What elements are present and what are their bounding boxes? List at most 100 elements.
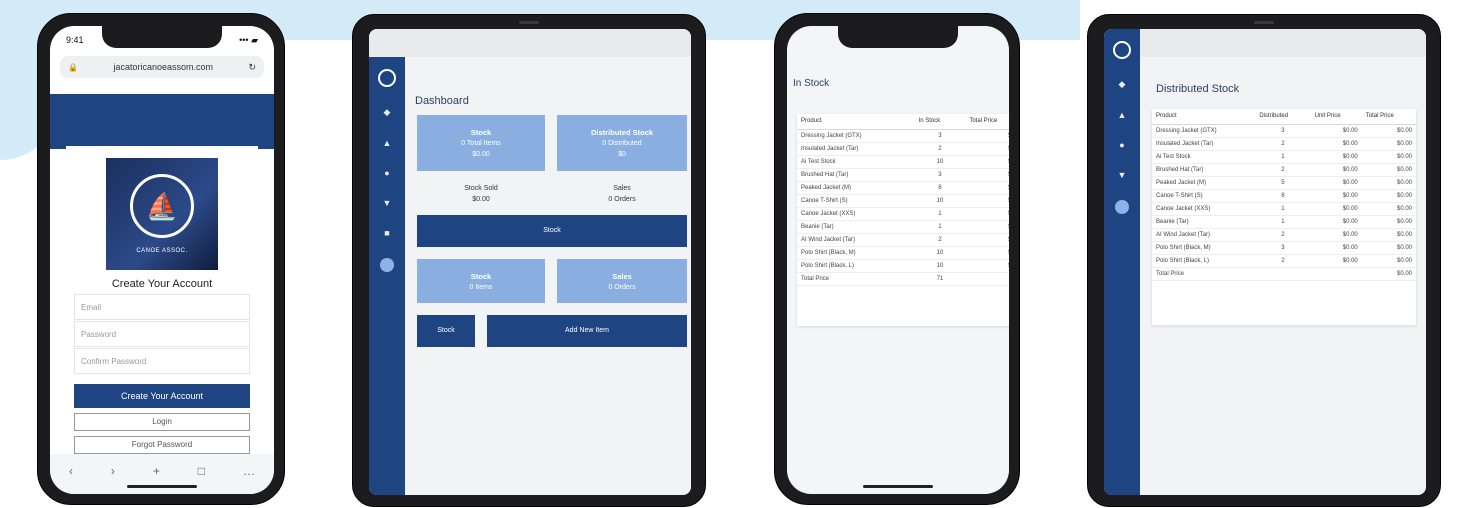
table-cell: 71 <box>914 272 966 286</box>
sidebar-item-distributed[interactable]: ▼ <box>1118 170 1127 180</box>
avatar[interactable] <box>380 258 394 272</box>
tile-title: Stock <box>470 128 492 137</box>
table-cell: Insulated Jacket (Tar) <box>1152 137 1256 151</box>
reload-icon[interactable]: ↻ <box>248 62 256 73</box>
sidebar-logo-icon[interactable] <box>378 69 396 87</box>
table-cell: $0.00 <box>1361 215 1416 229</box>
home-indicator <box>127 485 197 488</box>
table-row[interactable]: Peaked Jacket (M)8$0.00 <box>797 181 1009 195</box>
password-field[interactable]: Password <box>74 321 250 347</box>
table-row[interactable]: Canoe Jacket (XXS) 1 $0.00 $0.00 <box>1152 202 1416 216</box>
table-cell: 1 <box>1255 202 1311 216</box>
stock-tile[interactable]: Stock 0 Total Items $0.00 <box>417 115 545 171</box>
confirm-password-field[interactable]: Confirm Password <box>74 348 250 374</box>
sidebar-item-reports[interactable]: ■ <box>384 228 389 238</box>
column-header[interactable]: In Stock <box>914 114 966 130</box>
table-header-row: Product In Stock Total Price <box>797 114 1009 130</box>
table-cell: Insulated Jacket (Tar) <box>797 142 915 156</box>
column-header[interactable]: Product <box>1152 109 1256 125</box>
column-header[interactable]: Unit Price <box>1310 109 1362 125</box>
table-row[interactable]: Ai Test Stock10$0.00 <box>797 155 1009 169</box>
column-header[interactable]: Distributed <box>1255 109 1311 125</box>
tile-line: 0 Total Items <box>461 140 501 147</box>
table-row[interactable]: Dressing Jacket (GTX) 3 $0.00 $0.00 <box>1152 124 1416 138</box>
add-new-item-button[interactable]: Add New Item <box>487 315 687 347</box>
distributed-table-card: Product Distributed Unit Price Total Pri… <box>1152 109 1416 325</box>
table-row[interactable]: Polo Shirt (Black, M) 3 $0.00 $0.00 <box>1152 241 1416 255</box>
email-field[interactable]: Email <box>74 294 250 320</box>
small-stock-button[interactable]: Stock <box>417 315 475 347</box>
new-tab-icon[interactable]: + <box>153 464 160 478</box>
table-cell: Peaked Jacket (M) <box>797 181 915 195</box>
logo-text: CANOE ASSOC. <box>136 248 188 254</box>
table-row[interactable]: Insulated Jacket (Tar)2$0.00 <box>797 142 1009 156</box>
table-cell: $0.00 <box>1361 189 1416 203</box>
sidebar-item-dashboard[interactable]: ◆ <box>384 107 391 118</box>
stat-stock-sold: Stock Sold $0.00 <box>417 183 545 205</box>
sidebar-logo-icon[interactable] <box>1113 41 1131 59</box>
table-row[interactable]: Ai Test Stock 1 $0.00 $0.00 <box>1152 150 1416 164</box>
login-button[interactable]: Login <box>74 413 250 431</box>
table-cell: $0.00 <box>1361 254 1416 268</box>
tile-title: Stock <box>470 272 492 281</box>
table-cell <box>965 272 1009 286</box>
table-cell: $0.00 <box>1310 124 1362 138</box>
browser-url-bar[interactable]: 🔒 jacatoricanoeassom.com ↻ <box>60 56 264 78</box>
forgot-password-button[interactable]: Forgot Password <box>74 436 250 454</box>
phone-register-mockup: 9:41 ••• ▰ 🔒 jacatoricanoeassom.com ↻ ⛵ … <box>37 13 285 505</box>
table-row[interactable]: AI Wind Jacket (Tar)2$0.00 <box>797 233 1009 247</box>
tablet-distributed-mockup: ◆ ▲ ● ▼ Distributed Stock Product Distri… <box>1087 14 1441 507</box>
home-indicator <box>863 485 933 488</box>
table-row[interactable]: Beanie (Tar)1$0.00 <box>797 220 1009 234</box>
avatar[interactable] <box>1115 200 1129 214</box>
table-row[interactable]: Dressing Jacket (GTX)3$0.00 <box>797 129 1009 143</box>
table-row[interactable]: Total Price 71 <box>797 272 1009 286</box>
column-header[interactable]: Product <box>797 114 915 130</box>
table-row[interactable]: AI Wind Jacket (Tar) 2 $0.00 $0.00 <box>1152 228 1416 242</box>
sidebar-item-stock[interactable]: ▲ <box>1118 110 1127 120</box>
tabs-icon[interactable]: □ <box>198 464 205 478</box>
distributed-stock-tile[interactable]: Distributed Stock 0 Distributed $0 <box>557 115 687 171</box>
phone-notch <box>838 26 958 48</box>
stock-button[interactable]: Stock <box>417 215 687 247</box>
tablet-dashboard-mockup: ◆ ▲ ● ▼ ■ Dashboard Stock 0 Total Items … <box>352 14 706 507</box>
table-cell: 3 <box>1255 124 1311 138</box>
table-row[interactable]: Insulated Jacket (Tar) 2 $0.00 $0.00 <box>1152 137 1416 151</box>
sidebar-item-stock[interactable]: ▲ <box>383 138 392 148</box>
table-row[interactable]: Brushed Hat (Tar) 2 $0.00 $0.00 <box>1152 163 1416 177</box>
table-row[interactable]: Canoe T-Shirt (S)10$0.00 <box>797 194 1009 208</box>
stock-summary-tile[interactable]: Stock 0 Items <box>417 259 545 303</box>
sidebar-item-distributed[interactable]: ▼ <box>383 198 392 208</box>
tablet-distributed-screen: ◆ ▲ ● ▼ Distributed Stock Product Distri… <box>1104 29 1426 495</box>
table-row[interactable]: Polo Shirt (Black, L)10$0.00 <box>797 259 1009 273</box>
tile-title: Sales <box>612 272 632 281</box>
sales-summary-tile[interactable]: Sales 0 Orders <box>557 259 687 303</box>
table-row[interactable]: Canoe T-Shirt (S) 8 $0.00 $0.00 <box>1152 189 1416 203</box>
sidebar-item-sales[interactable]: ● <box>1119 140 1124 150</box>
table-row[interactable]: Peaked Jacket (M) 5 $0.00 $0.00 <box>1152 176 1416 190</box>
more-icon[interactable]: … <box>243 464 255 478</box>
table-row[interactable]: Polo Shirt (Black, M)10$0.00 <box>797 246 1009 260</box>
sidebar-item-dashboard[interactable]: ◆ <box>1119 79 1126 90</box>
back-icon[interactable]: ‹ <box>69 464 73 478</box>
table-row[interactable]: Beanie (Tar) 1 $0.00 $0.00 <box>1152 215 1416 229</box>
column-header[interactable]: Total Price <box>1361 109 1416 125</box>
stat-title: Stock Sold <box>464 185 498 192</box>
table-row[interactable]: Canoe Jacket (XXS)1$0.00 <box>797 207 1009 221</box>
table-cell: $0.00 <box>965 142 1009 156</box>
table-row[interactable]: Brushed Hat (Tar)3$0.00 <box>797 168 1009 182</box>
column-header[interactable]: Total Price <box>965 114 1009 130</box>
table-cell: 3 <box>1255 241 1311 255</box>
table-row[interactable]: Polo Shirt (Black, L) 2 $0.00 $0.00 <box>1152 254 1416 268</box>
phone-stock-mockup: In Stock Product In Stock Total Price Dr… <box>774 13 1020 505</box>
table-row[interactable]: Total Price $0.00 <box>1152 267 1416 281</box>
forward-icon[interactable]: › <box>111 464 115 478</box>
stock-table: Product In Stock Total Price Dressing Ja… <box>797 114 1009 286</box>
create-account-button[interactable]: Create Your Account <box>74 384 250 408</box>
table-cell: 2 <box>1255 254 1311 268</box>
table-cell: 1 <box>914 220 966 234</box>
stat-title: Sales <box>613 185 631 192</box>
table-cell: 2 <box>1255 228 1311 242</box>
sidebar-item-sales[interactable]: ● <box>384 168 389 178</box>
table-cell <box>1310 267 1362 281</box>
